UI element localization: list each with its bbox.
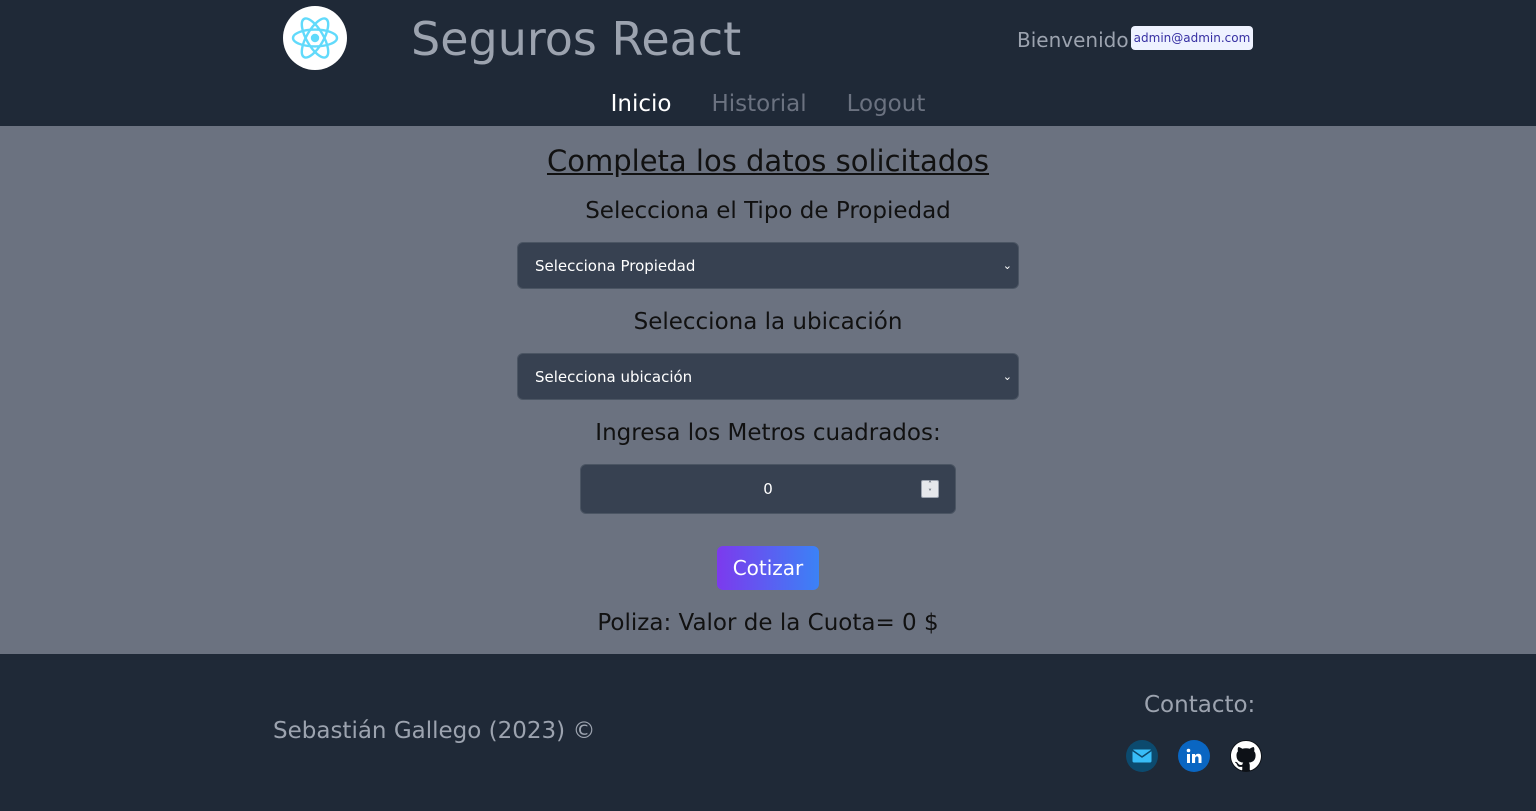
nav-item-logout[interactable]: Logout <box>847 88 926 122</box>
linkedin-icon[interactable] <box>1178 740 1210 772</box>
location-selected-value: Selecciona ubicación <box>535 367 693 386</box>
square-meters-label: Ingresa los Metros cuadrados: <box>595 420 941 446</box>
chevron-down-icon: ⌄ <box>1002 370 1012 383</box>
nav-item-historial[interactable]: Historial <box>712 88 807 122</box>
property-type-selected-value: Selecciona Propiedad <box>535 256 696 275</box>
quote-form: Completa los datos solicitados Seleccion… <box>0 126 1536 654</box>
copyright-text: Sebastián Gallego (2023) © <box>273 718 596 744</box>
mail-icon[interactable] <box>1126 740 1158 772</box>
policy-result-text: Poliza: Valor de la Cuota= 0 $ <box>597 610 939 636</box>
main-nav: Inicio Historial Logout <box>0 88 1536 122</box>
welcome-label: Bienvenido: <box>1017 28 1136 52</box>
nav-item-inicio[interactable]: Inicio <box>611 88 672 122</box>
number-stepper[interactable]: ˄ ˅ <box>921 480 939 498</box>
property-type-select[interactable]: Selecciona Propiedad ⌄ <box>517 242 1019 289</box>
app-title: Seguros React <box>411 12 742 66</box>
property-type-label: Selecciona el Tipo de Propiedad <box>585 198 951 224</box>
github-icon[interactable] <box>1230 740 1262 772</box>
chevron-down-icon[interactable]: ˅ <box>922 489 938 497</box>
location-label: Selecciona la ubicación <box>633 309 903 335</box>
site-footer: Sebastián Gallego (2023) © Contacto: <box>0 654 1536 811</box>
location-select[interactable]: Selecciona ubicación ⌄ <box>517 353 1019 400</box>
user-email-badge: admin@admin.com <box>1131 26 1253 50</box>
site-header: Seguros React Bienvenido: admin@admin.co… <box>0 0 1536 126</box>
square-meters-input[interactable]: 0 ˄ ˅ <box>580 464 956 514</box>
chevron-down-icon: ⌄ <box>1002 259 1012 272</box>
contact-title: Contacto: <box>1144 692 1256 718</box>
form-title: Completa los datos solicitados <box>546 144 990 178</box>
square-meters-value: 0 <box>763 480 773 498</box>
cotizar-button[interactable]: Cotizar <box>717 546 819 590</box>
react-logo-icon[interactable] <box>283 6 347 70</box>
